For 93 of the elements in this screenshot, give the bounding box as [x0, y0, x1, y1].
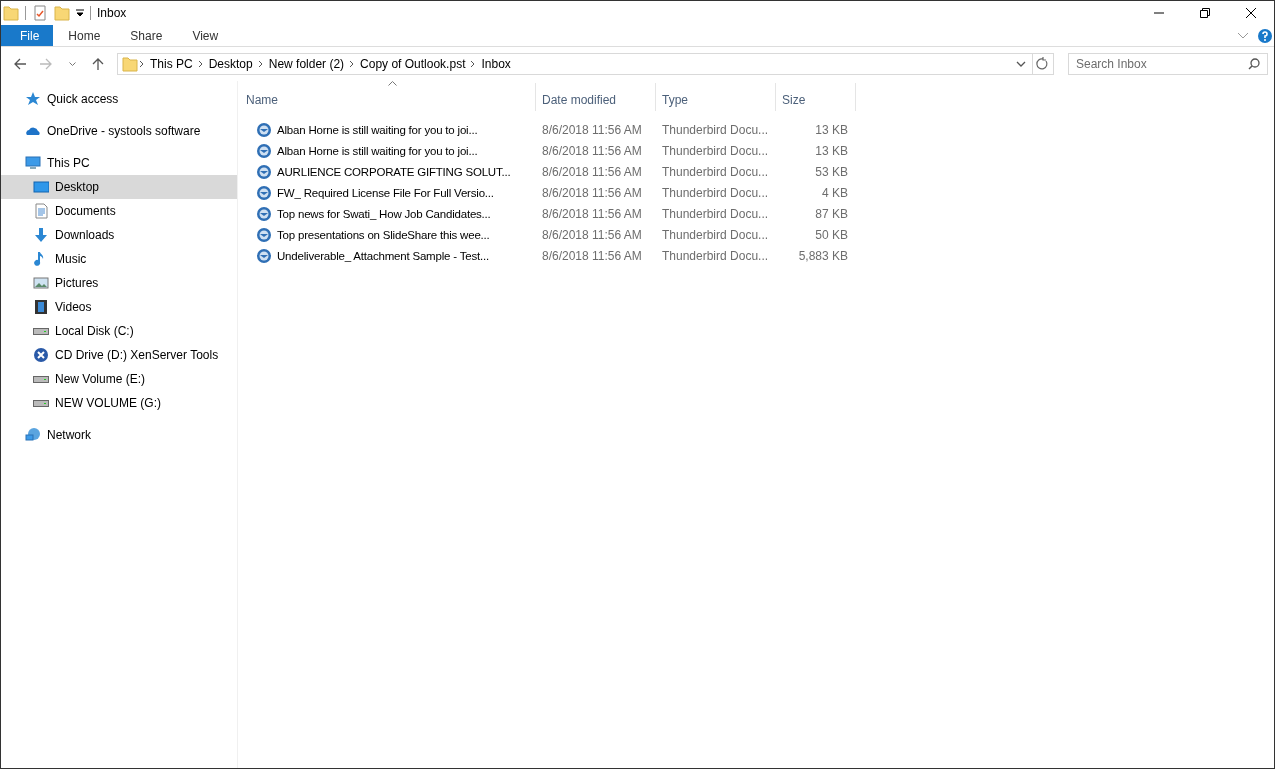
type-cell-text: Thunderbird Docu... — [661, 164, 770, 179]
disc-icon — [33, 347, 49, 363]
chevron-right-icon — [138, 60, 146, 68]
sidebar-item[interactable]: Downloads — [1, 223, 237, 247]
star-icon — [25, 91, 41, 107]
sidebar-item[interactable]: Music — [1, 247, 237, 271]
date-cell-text: 8/6/2018 11:56 AM — [541, 164, 643, 179]
date-cell-text: 8/6/2018 11:56 AM — [541, 206, 643, 221]
sidebar-item[interactable]: Quick access — [1, 87, 237, 111]
type-cell-text: Thunderbird Docu... — [661, 143, 770, 158]
size-cell-text: 13 KB — [814, 122, 849, 137]
sidebar-item[interactable]: Network — [1, 423, 237, 447]
email-file-icon — [256, 163, 272, 180]
file-name[interactable]: Top presentations on SlideShare this wee... — [277, 228, 490, 241]
size-cell-text: 5,883 KB — [797, 248, 849, 263]
column-header[interactable]: Size — [776, 83, 856, 111]
email-file-icon — [256, 121, 272, 138]
left-arrow-icon — [13, 57, 27, 71]
size-cell-text: 50 KB — [814, 227, 849, 242]
sidebar-item[interactable]: NEW VOLUME (G:) — [1, 391, 237, 415]
breadcrumb-item[interactable]: Desktop — [204, 57, 257, 71]
breadcrumb-item[interactable]: This PC — [146, 57, 197, 71]
type-cell-text: Thunderbird Docu... — [661, 227, 770, 242]
email-file-icon — [256, 142, 272, 159]
email-file-icon — [256, 205, 272, 222]
breadcrumb-item[interactable]: New folder (2) — [264, 57, 349, 71]
ribbon-tab[interactable]: Share — [115, 25, 178, 46]
chevron-down-icon — [68, 62, 76, 66]
type-cell-text: Thunderbird Docu... — [661, 248, 770, 263]
dropdown-icon[interactable] — [76, 9, 84, 17]
size-cell-text: 13 KB — [814, 143, 849, 158]
file-name[interactable]: Alban Horne is still waiting for you to joi... — [277, 144, 478, 157]
ribbon-tab[interactable]: File — [1, 25, 54, 46]
sidebar-item[interactable]: Documents — [1, 199, 237, 223]
date-cell-text: 8/6/2018 11:56 AM — [541, 248, 643, 263]
up-arrow-icon — [91, 57, 105, 71]
picture-icon — [33, 275, 49, 291]
network-icon — [25, 427, 41, 443]
date-cell-text: 8/6/2018 11:56 AM — [541, 143, 643, 158]
size-cell-text: 53 KB — [814, 164, 849, 179]
sidebar-item[interactable]: This PC — [1, 151, 237, 175]
breadcrumb-item[interactable]: Copy of Outlook.pst — [356, 57, 470, 71]
folder-icon — [122, 56, 138, 72]
drive-icon — [33, 375, 49, 383]
type-cell-text: Thunderbird Docu... — [661, 122, 770, 137]
file-name[interactable]: FW_ Required License File For Full Versio... — [277, 186, 494, 199]
close-icon — [1246, 8, 1256, 18]
column-header[interactable]: Name — [240, 83, 536, 111]
email-file-icon — [256, 226, 272, 243]
sidebar-item[interactable]: New Volume (E:) — [1, 367, 237, 391]
checklist-icon[interactable] — [32, 5, 48, 21]
sidebar-item[interactable]: Pictures — [1, 271, 237, 295]
type-cell-text: Thunderbird Docu... — [661, 185, 770, 200]
file-name[interactable]: Top news for Swati_ How Job Candidates... — [277, 207, 491, 220]
drive-icon — [33, 327, 49, 335]
size-cell-text: 4 KB — [821, 185, 849, 200]
sidebar-item[interactable]: Desktop — [1, 175, 237, 199]
sidebar-item[interactable]: CD Drive (D:) XenServer Tools — [1, 343, 237, 367]
email-file-icon — [256, 247, 272, 264]
monitor-icon — [33, 179, 49, 195]
sidebar-item[interactable]: Videos — [1, 295, 237, 319]
right-arrow-icon — [39, 57, 53, 71]
window-title: Inbox — [97, 6, 127, 20]
column-header[interactable]: Date modified — [536, 83, 656, 111]
search-field[interactable]: Search Inbox — [1068, 53, 1268, 75]
chevron-right-icon — [196, 60, 205, 68]
size-cell-text: 87 KB — [814, 206, 849, 221]
help-icon[interactable] — [1258, 28, 1272, 43]
email-file-icon — [256, 184, 272, 201]
search-icon[interactable] — [1248, 58, 1260, 70]
date-cell-text: 8/6/2018 11:56 AM — [541, 227, 643, 242]
file-name[interactable]: AURLIENCE CORPORATE GIFTING SOLUT... — [277, 165, 511, 178]
document-icon — [33, 203, 49, 219]
address-bar[interactable]: This PC Desktop New folder (2) Copy of Outlook.pst Inbox — [117, 53, 1054, 75]
chevron-right-icon — [256, 60, 265, 68]
type-cell-text: Thunderbird Docu... — [661, 206, 770, 221]
film-icon — [33, 299, 49, 315]
date-cell-text: 8/6/2018 11:56 AM — [541, 185, 643, 200]
restore-icon — [1200, 8, 1210, 18]
sidebar-item[interactable]: Local Disk (C:) — [1, 319, 237, 343]
ribbon-tab[interactable]: View — [177, 25, 234, 46]
down-arrow-icon — [33, 227, 49, 243]
ribbon-tab[interactable]: Home — [53, 25, 116, 46]
column-header[interactable]: Type — [656, 83, 776, 111]
file-name[interactable]: Undeliverable_ Attachment Sample - Test... — [277, 249, 489, 262]
monitor-icon — [25, 155, 41, 171]
sort-up-icon — [387, 81, 397, 86]
sidebar-item[interactable]: OneDrive - systools software — [1, 119, 237, 143]
drive-icon — [33, 399, 49, 407]
folder-icon — [3, 5, 19, 21]
file-name[interactable]: Alban Horne is still waiting for you to joi... — [277, 123, 478, 136]
date-cell-text: 8/6/2018 11:56 AM — [541, 122, 643, 137]
breadcrumb-item[interactable]: Inbox — [477, 57, 515, 71]
